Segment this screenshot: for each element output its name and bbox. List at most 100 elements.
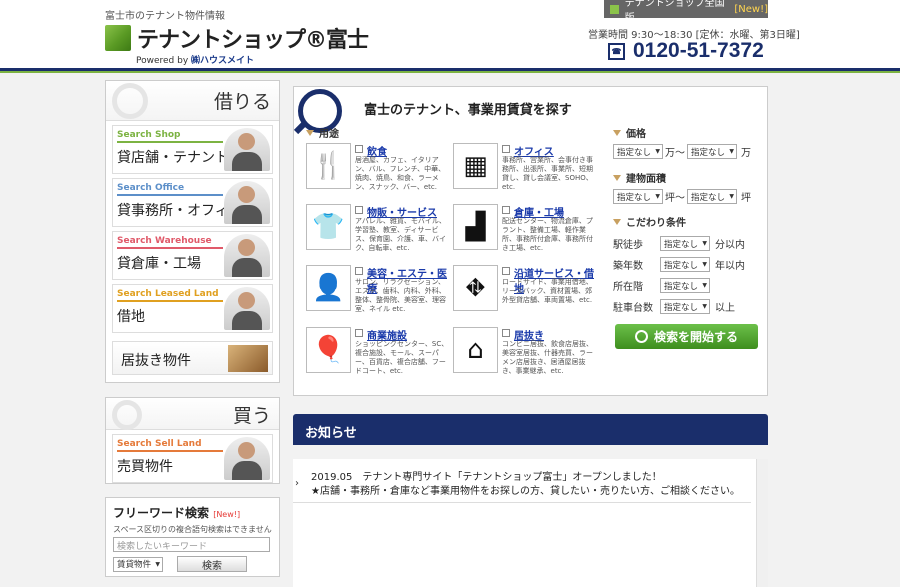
chevron-right-icon: › (295, 478, 299, 489)
condition-unit: 分以内 (715, 240, 745, 251)
category-en-label: Search Office (117, 183, 185, 193)
freeword-search-button[interactable]: 検索 (177, 556, 247, 572)
use-section-label: 用途 (306, 125, 339, 140)
shirt-icon: 👕 (306, 204, 351, 250)
use-checkbox[interactable] (502, 206, 510, 214)
property-type-select[interactable]: 賃貸物件 (113, 556, 163, 572)
person-photo-icon (224, 437, 270, 480)
site-header: 富士市のテナント物件情報 テナントショップ®富士 Powered by ㈱ハウス… (0, 0, 900, 68)
use-item-inshoku[interactable]: 🍴 飲食 居酒屋、カフェ、イタリアン、バル、フレンチ、中華、焼肉、焼鳥、和食、ラ… (306, 143, 451, 195)
phone-text: 0120-51-7372 (633, 39, 764, 62)
condition-floor: 所在階 指定なし (613, 278, 715, 293)
area-from-select[interactable]: 指定なし (613, 189, 663, 204)
powered-by-label: Powered by (136, 56, 189, 66)
use-description: サロン、リラクゼーション、エステ、歯科、内科、外科、整体、整骨院、美容室、理容室… (355, 278, 446, 313)
site-tagline: 富士市のテナント物件情報 (105, 11, 225, 22)
category-en-label: Search Shop (117, 130, 181, 140)
category-office[interactable]: Search Office 貸事務所・オフィス (112, 178, 273, 227)
cube-logo-icon (105, 25, 131, 51)
category-warehouse[interactable]: Search Warehouse 貸倉庫・工場 (112, 231, 273, 280)
area-to-select[interactable]: 指定なし (687, 189, 737, 204)
condition-age: 築年数 指定なし 年以内 (613, 257, 745, 272)
freeword-title: フリーワード検索 [New!] (113, 504, 272, 521)
news-divider (293, 502, 751, 503)
category-underline (117, 300, 223, 302)
news-title: お知らせ (305, 426, 357, 441)
person-photo-icon (224, 234, 270, 277)
news-scrollbar[interactable] (756, 459, 768, 587)
condition-parking: 駐車台数 指定なし 以上 (613, 299, 735, 314)
search-panel-title: 富士のテナント、事業用賃貸を探す (364, 103, 572, 118)
use-item-commercial[interactable]: 🎈 商業施設 ショッピングセンター、SC、複合施設、モール、スーパー、百貨店、複… (306, 327, 451, 379)
category-ja-label: 売買物件 (117, 459, 173, 475)
phone-icon: ☎ (608, 42, 625, 60)
freeword-note: スペース区切りの複合語句検索はできません (113, 525, 272, 534)
use-item-warehouse[interactable]: ▟ 倉庫・工場 配送センター、物流倉庫、プラント、整備工場、軽作業所、事務所付倉… (453, 204, 598, 256)
magnifier-icon (112, 83, 148, 119)
rent-box-title: 借りる (213, 91, 271, 113)
person-icon: 👤 (306, 265, 351, 311)
news-header: お知らせ (293, 414, 768, 445)
use-checkbox[interactable] (355, 145, 363, 153)
use-description: ロードサイド、事業用借地、リースバック、資材置場、郊外型貸店舗、車両置場、etc… (502, 278, 593, 304)
use-checkbox[interactable] (355, 267, 363, 275)
use-checkbox[interactable] (502, 145, 510, 153)
price-to-select[interactable]: 指定なし (687, 144, 737, 159)
kodawari-label: こだわり条件 (613, 214, 686, 229)
category-shop[interactable]: Search Shop 貸店舗・テナント (112, 125, 273, 174)
condition-select[interactable]: 指定なし (660, 299, 710, 314)
fork-knife-icon: 🍴 (306, 143, 351, 189)
use-item-inoki[interactable]: ⌂ 居抜き コンビニ居抜、飲食店居抜、美容室居抜、什器売買、ラーメン店居抜き、居… (453, 327, 598, 379)
use-description: ショッピングセンター、SC、複合施設、モール、スーパー、百貨店、複合店舗、フード… (355, 340, 449, 375)
use-item-beauty[interactable]: 👤 美容・エステ・医療 サロン、リラクゼーション、エステ、歯科、内科、外科、整体… (306, 265, 451, 317)
condition-label: 築年数 (613, 261, 643, 272)
use-checkbox[interactable] (502, 329, 510, 337)
category-ja-label: 貸倉庫・工場 (117, 256, 201, 272)
buy-box-header: 買う (106, 398, 279, 430)
use-item-retail[interactable]: 👕 物販・サービス アパレル、雑貨、モバイル、学習塾、教室、ディサービス、保育園… (306, 204, 451, 256)
news-item-text[interactable]: 2019.05 テナント専門サイト「テナントショップ富士」オープンしました！ (311, 468, 662, 483)
area-row: 指定なし 坪～ 指定なし 坪 (613, 189, 751, 204)
condition-label: 所在階 (613, 282, 643, 293)
price-man-tilde: 万～ (665, 148, 685, 159)
category-leased-land[interactable]: Search Leased Land 借地 (112, 284, 273, 333)
site-logo[interactable]: テナントショップ®富士 (105, 22, 369, 54)
area-tsubo: 坪 (741, 193, 751, 204)
condition-select[interactable]: 指定なし (660, 278, 710, 293)
road-icon: ⛖ (453, 265, 498, 311)
category-underline (117, 247, 223, 249)
use-item-roadside[interactable]: ⛖ 沿道サービス・借地 ロードサイド、事業用借地、リースバック、資材置場、郊外型… (453, 265, 598, 317)
start-search-button[interactable]: 検索を開始する (615, 324, 758, 349)
phone-number[interactable]: ☎ 0120-51-7372 (608, 39, 764, 63)
kodawari-label-text: こだわり条件 (626, 218, 686, 229)
condition-unit: 年以内 (715, 261, 745, 272)
category-ja-label: 貸店舗・テナント (117, 150, 229, 166)
category-inoki[interactable]: 居抜き物件 (112, 341, 273, 375)
national-site-label: テナントショップ全国版 (624, 0, 725, 24)
header-stripe (0, 68, 900, 73)
rent-box-header: 借りる (106, 81, 279, 121)
category-ja-label: 借地 (117, 309, 145, 325)
use-item-office[interactable]: ▦ オフィス 事務所、営業所、会事付き事務所、出張所、事業所、短期貸し、貸し会議… (453, 143, 598, 195)
use-checkbox[interactable] (502, 267, 510, 275)
national-site-link[interactable]: テナントショップ全国版 [New!] (604, 0, 768, 24)
keyword-input[interactable]: 検索したいキーワード (113, 537, 270, 552)
rent-box: 借りる Search Shop 貸店舗・テナント Search Office 貸… (105, 80, 280, 383)
use-checkbox[interactable] (355, 206, 363, 214)
condition-select[interactable]: 指定なし (660, 257, 710, 272)
condition-select[interactable]: 指定なし (660, 236, 710, 251)
person-photo-icon (224, 128, 270, 171)
square-icon (610, 4, 619, 14)
search-icon (634, 330, 648, 343)
use-description: 配送センター、物流倉庫、プラント、整備工場、軽作業所、事務所付倉庫、事務所付き工… (502, 217, 593, 252)
price-from-select[interactable]: 指定なし (613, 144, 663, 159)
search-panel-header: 富士のテナント、事業用賃貸を探す (294, 87, 767, 133)
price-row: 指定なし 万～ 指定なし 万 (613, 144, 751, 159)
use-checkbox[interactable] (355, 329, 363, 337)
category-sell-land[interactable]: Search Sell Land 売買物件 (112, 434, 273, 483)
use-description: 事務所、営業所、会事付き事務所、出張所、事業所、短期貸し、貸し会議室、SOHO、… (502, 156, 593, 191)
category-underline (117, 194, 223, 196)
price-label: 価格 (613, 125, 646, 140)
area-label: 建物面積 (613, 170, 666, 185)
buy-box-title: 買う (232, 405, 271, 427)
